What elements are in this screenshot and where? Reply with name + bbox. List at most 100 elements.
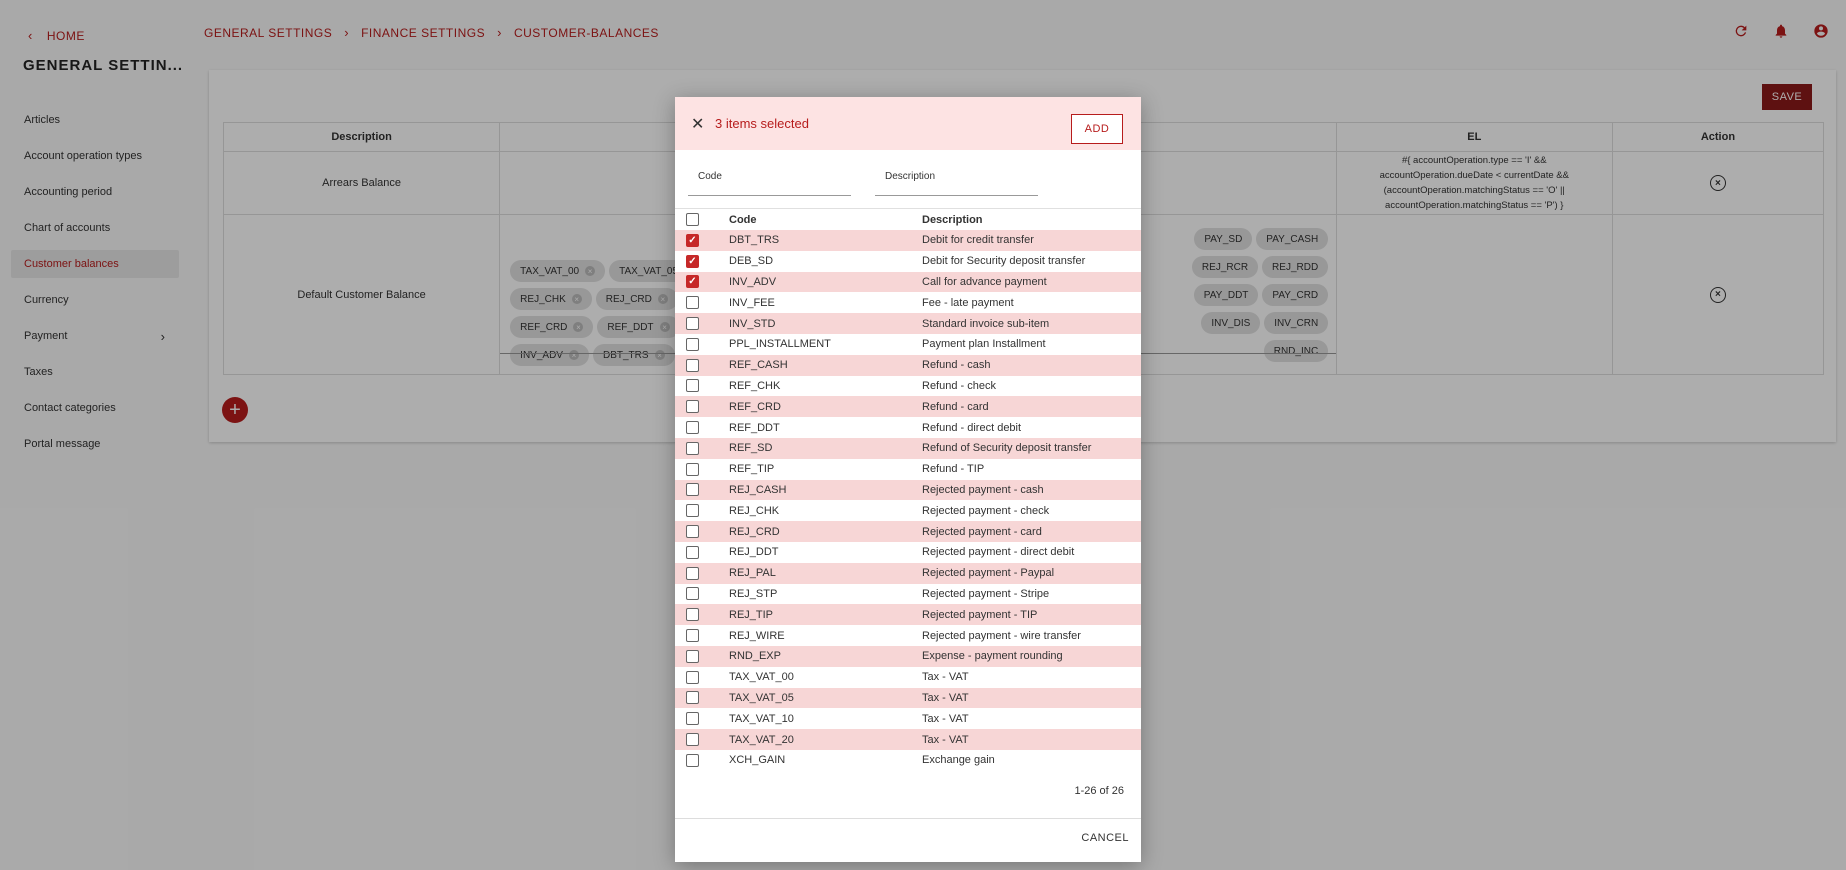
- item-code: REF_DDT: [729, 421, 780, 434]
- item-checkbox[interactable]: [686, 337, 699, 351]
- item-code: REJ_CHK: [729, 504, 780, 517]
- item-description: Exchange gain: [922, 754, 995, 767]
- list-item[interactable]: XCH_GAIN Exchange gain: [675, 750, 1141, 771]
- item-checkbox[interactable]: ✓: [686, 233, 699, 247]
- list-item[interactable]: REJ_PAL Rejected payment - Paypal: [675, 562, 1141, 584]
- select-items-dialog: ✕ 3 items selected ADD Code Description …: [675, 97, 1141, 862]
- list-item[interactable]: TAX_VAT_00 Tax - VAT: [675, 667, 1141, 688]
- item-checkbox[interactable]: [686, 587, 699, 601]
- list-item[interactable]: PPL_INSTALLMENT Payment plan Installment: [675, 334, 1141, 355]
- list-item[interactable]: REJ_STP Rejected payment - Stripe: [675, 584, 1141, 605]
- item-checkbox[interactable]: [686, 545, 699, 559]
- item-checkbox[interactable]: [686, 629, 699, 643]
- list-item[interactable]: REJ_TIP Rejected payment - TIP: [675, 604, 1141, 626]
- item-checkbox[interactable]: [686, 670, 699, 684]
- description-filter-input[interactable]: [875, 168, 1038, 195]
- description-column-header: Description: [922, 213, 983, 226]
- item-checkbox[interactable]: [686, 483, 699, 497]
- item-code: REF_CASH: [729, 359, 788, 372]
- item-checkbox[interactable]: [686, 712, 699, 726]
- list-item[interactable]: REF_CRD Refund - card: [675, 396, 1141, 418]
- item-code: REJ_PAL: [729, 567, 776, 580]
- list-item[interactable]: TAX_VAT_10 Tax - VAT: [675, 708, 1141, 729]
- list-item[interactable]: INV_STD Standard invoice sub-item: [675, 313, 1141, 334]
- list-item[interactable]: RND_EXP Expense - payment rounding: [675, 645, 1141, 667]
- item-code: TAX_VAT_00: [729, 671, 794, 684]
- list-item[interactable]: TAX_VAT_05 Tax - VAT: [675, 687, 1141, 709]
- pagination-range: 1-26 of 26: [1074, 785, 1124, 797]
- item-code: REF_CRD: [729, 400, 781, 413]
- list-item[interactable]: REF_CHK Refund - check: [675, 376, 1141, 397]
- item-description: Rejected payment - TIP: [922, 608, 1038, 621]
- item-description: Rejected payment - Paypal: [922, 567, 1055, 580]
- item-checkbox[interactable]: [686, 400, 699, 414]
- dialog-header: ✕ 3 items selected ADD: [675, 97, 1141, 150]
- item-checkbox[interactable]: [686, 691, 699, 705]
- select-all-checkbox[interactable]: [686, 213, 699, 226]
- item-code: INV_ADV: [729, 275, 777, 288]
- list-item[interactable]: REF_CASH Refund - cash: [675, 354, 1141, 376]
- item-description: Refund - direct debit: [922, 421, 1022, 434]
- list-item[interactable]: REF_TIP Refund - TIP: [675, 459, 1141, 480]
- list-item[interactable]: INV_FEE Fee - late payment: [675, 292, 1141, 313]
- item-description: Tax - VAT: [922, 733, 969, 746]
- list-item[interactable]: REF_SD Refund of Security deposit transfe…: [675, 437, 1141, 459]
- item-checkbox[interactable]: [686, 608, 699, 622]
- selected-count: 3 items selected: [715, 116, 809, 131]
- cancel-button[interactable]: CANCEL: [1081, 832, 1129, 844]
- item-code: RND_EXP: [729, 650, 781, 663]
- item-checkbox[interactable]: ✓: [686, 254, 699, 268]
- list-item[interactable]: REJ_WIRE Rejected payment - wire transfer: [675, 625, 1141, 646]
- item-checkbox[interactable]: [686, 317, 699, 331]
- item-checkbox[interactable]: [686, 462, 699, 476]
- items-list: Code Description ✓ DBT_TRS Debit for credi…: [675, 208, 1141, 771]
- list-item[interactable]: REJ_CRD Rejected payment - card: [675, 521, 1141, 542]
- item-checkbox[interactable]: ✓: [686, 275, 699, 289]
- item-description: Tax - VAT: [922, 691, 969, 704]
- list-item[interactable]: REF_DDT Refund - direct debit: [675, 417, 1141, 438]
- item-description: Tax - VAT: [922, 671, 969, 684]
- item-description: Call for advance payment: [922, 275, 1047, 288]
- code-filter-input[interactable]: [688, 168, 851, 195]
- close-icon[interactable]: ✕: [691, 114, 704, 134]
- item-description: Rejected payment - check: [922, 504, 1050, 517]
- item-code: XCH_GAIN: [729, 754, 786, 767]
- item-code: REF_SD: [729, 442, 773, 455]
- item-checkbox[interactable]: [686, 504, 699, 518]
- item-checkbox[interactable]: [686, 441, 699, 455]
- item-checkbox[interactable]: [686, 421, 699, 435]
- item-checkbox[interactable]: [686, 566, 699, 580]
- item-description: Refund - TIP: [922, 463, 985, 476]
- item-description: Refund - check: [922, 379, 996, 392]
- item-checkbox[interactable]: [686, 379, 699, 393]
- item-checkbox[interactable]: [686, 525, 699, 539]
- list-item[interactable]: TAX_VAT_20 Tax - VAT: [675, 729, 1141, 750]
- item-description: Rejected payment - wire transfer: [922, 629, 1081, 642]
- item-checkbox[interactable]: [686, 649, 699, 663]
- list-item[interactable]: REJ_DDT Rejected payment - direct debit: [675, 542, 1141, 563]
- item-checkbox[interactable]: [686, 296, 699, 310]
- item-checkbox[interactable]: [686, 358, 699, 372]
- item-checkbox[interactable]: [686, 733, 699, 747]
- list-item[interactable]: ✓ DBT_TRS Debit for credit transfer: [675, 230, 1141, 251]
- list-item[interactable]: REJ_CHK Rejected payment - check: [675, 500, 1141, 521]
- item-code: REF_CHK: [729, 379, 781, 392]
- code-filter[interactable]: Code: [688, 168, 851, 196]
- item-checkbox[interactable]: [686, 753, 699, 767]
- item-code: REJ_WIRE: [729, 629, 785, 642]
- item-description: Debit for credit transfer: [922, 234, 1034, 247]
- item-code: INV_FEE: [729, 296, 775, 309]
- list-item[interactable]: ✓ DEB_SD Debit for Security deposit transf…: [675, 251, 1141, 272]
- item-description: Fee - late payment: [922, 296, 1014, 309]
- list-item[interactable]: REJ_CASH Rejected payment - cash: [675, 479, 1141, 501]
- item-description: Rejected payment - card: [922, 525, 1042, 538]
- list-item[interactable]: ✓ INV_ADV Call for advance payment: [675, 271, 1141, 293]
- item-description: Refund of Security deposit transfer: [922, 442, 1092, 455]
- item-description: Rejected payment - direct debit: [922, 546, 1075, 559]
- description-filter[interactable]: Description: [875, 168, 1038, 196]
- item-code: TAX_VAT_05: [729, 691, 794, 704]
- item-code: REJ_CRD: [729, 525, 780, 538]
- item-code: REJ_CASH: [729, 483, 787, 496]
- add-button[interactable]: ADD: [1071, 114, 1123, 144]
- list-header: Code Description: [675, 209, 1141, 230]
